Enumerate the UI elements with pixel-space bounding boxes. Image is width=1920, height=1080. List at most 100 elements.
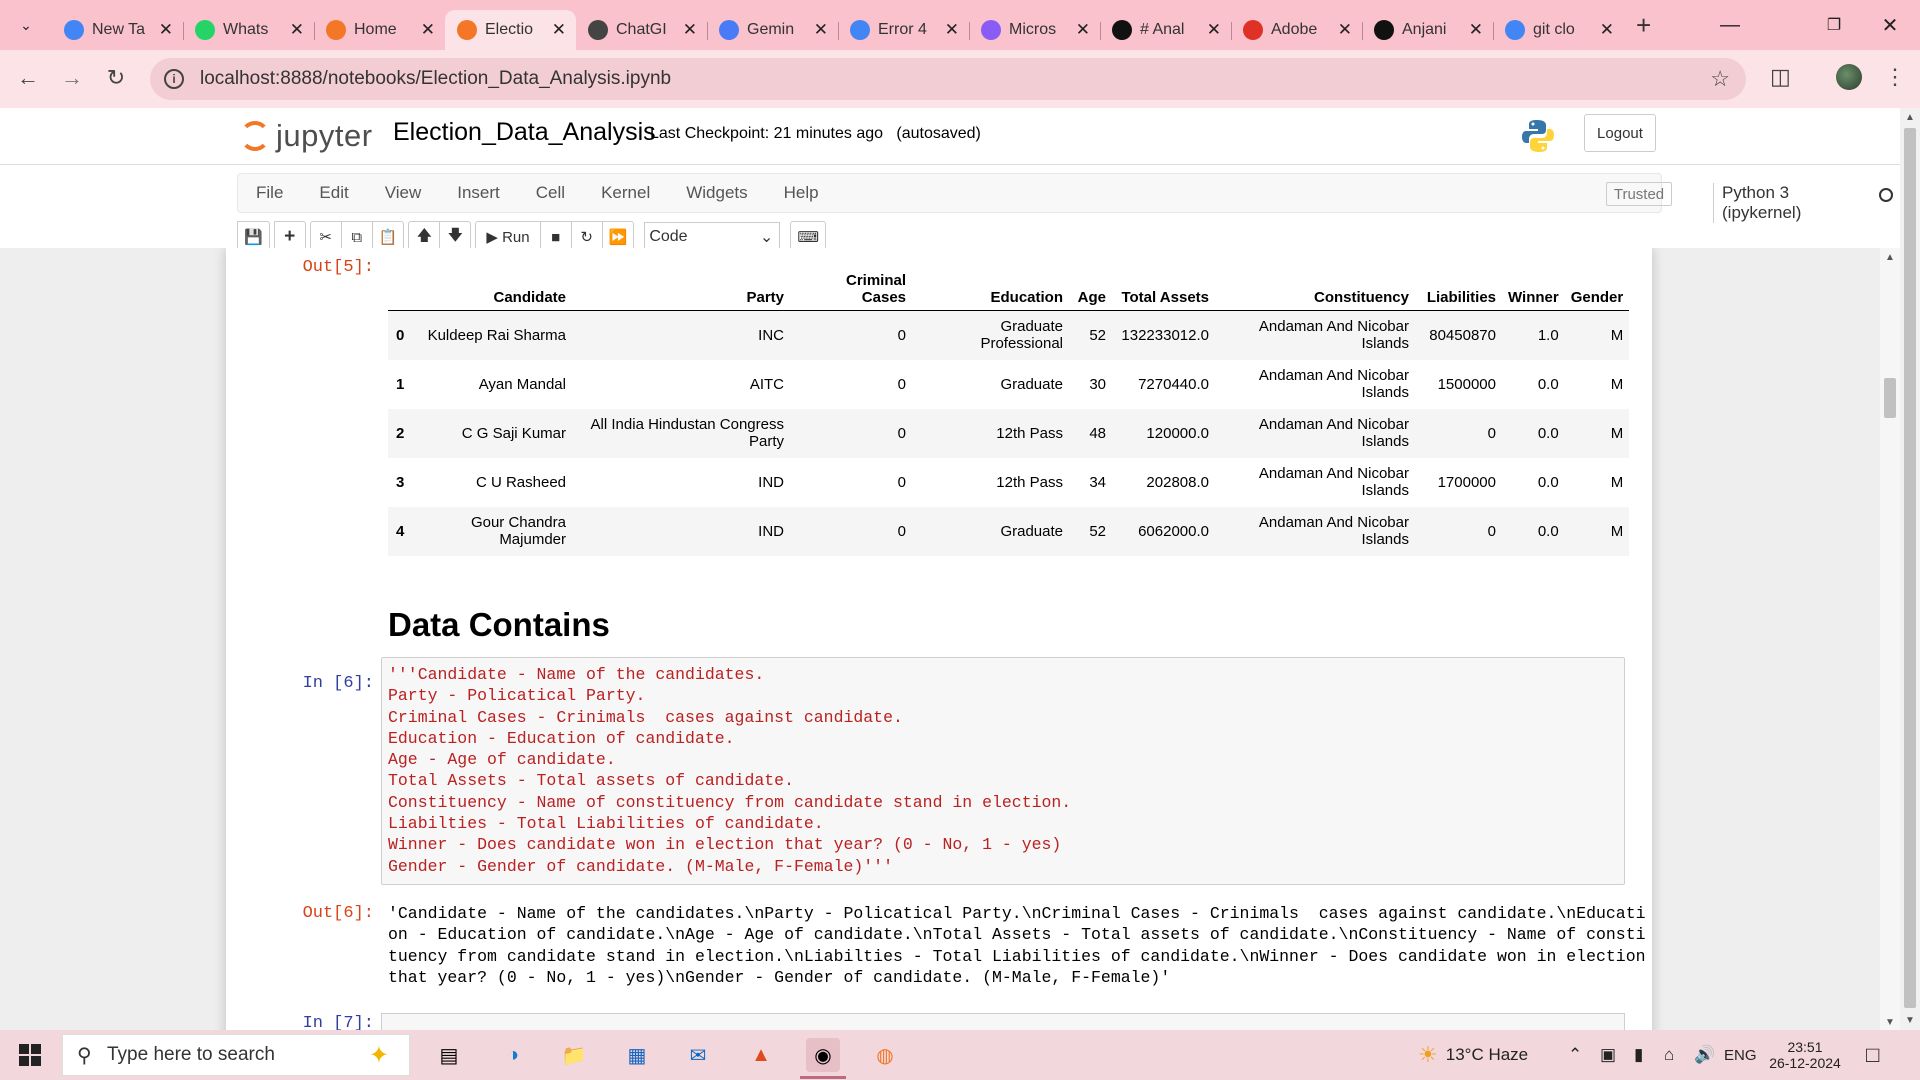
extensions-icon[interactable]: ◫	[1770, 64, 1791, 90]
browser-tab[interactable]: ChatGI ✕	[576, 10, 707, 50]
table-cell: 1.0	[1537, 326, 1559, 344]
tab-search-button[interactable]: ⌄	[8, 7, 44, 43]
language-indicator[interactable]: ENG	[1724, 1030, 1757, 1080]
site-info-icon[interactable]: i	[164, 69, 184, 89]
taskbar-search[interactable]: ⚲ Type here to search ✦	[62, 1034, 410, 1076]
table-cell: 0.0	[1537, 522, 1559, 540]
wifi-icon[interactable]: ⌂	[1664, 1030, 1674, 1080]
browser-menu-icon[interactable]: ⋮	[1884, 64, 1906, 90]
back-button[interactable]: ←	[10, 60, 46, 96]
scroll-up-arrow-icon[interactable]: ▲	[1900, 112, 1920, 123]
page-scrollbar[interactable]: ▲ ▼	[1900, 108, 1920, 1030]
edge-icon[interactable]: ◑	[496, 1038, 530, 1072]
reload-button[interactable]: ↻	[98, 60, 134, 96]
tab-close-icon[interactable]: ✕	[552, 20, 566, 40]
tab-close-icon[interactable]: ✕	[159, 20, 173, 40]
scroll-up-arrow-icon[interactable]: ▲	[1880, 252, 1900, 263]
table-cell: 48	[1089, 424, 1106, 442]
jupyter-page: jupyter Election_Data_Analysis Last Chec…	[0, 108, 1900, 1030]
code-line: Liabilties - Total Liabilities of candid…	[388, 814, 824, 834]
clock-date: 26-12-2024	[1769, 1055, 1841, 1071]
tab-close-icon[interactable]: ✕	[421, 20, 435, 40]
volume-icon[interactable]: 🔊	[1694, 1030, 1715, 1080]
tab-close-icon[interactable]: ✕	[1338, 20, 1352, 40]
browser-tab[interactable]: Micros ✕	[969, 10, 1100, 50]
tab-close-icon[interactable]: ✕	[1600, 20, 1614, 40]
table-cell: Ayan Mandal	[478, 375, 566, 393]
outlook-icon[interactable]: ✉	[681, 1038, 715, 1072]
table-cell: 1	[396, 375, 405, 393]
jupyter-logo[interactable]: jupyter	[240, 116, 373, 156]
bookmark-star-icon[interactable]: ☆	[1710, 66, 1730, 92]
restore-button[interactable]: ❐	[1802, 0, 1866, 50]
forward-button[interactable]: →	[54, 60, 90, 96]
browser-tab[interactable]: Gemin ✕	[707, 10, 838, 50]
close-window-button[interactable]: ✕	[1860, 0, 1920, 50]
menu-help[interactable]: Help	[766, 183, 837, 203]
tab-close-icon[interactable]: ✕	[814, 20, 828, 40]
scroll-down-arrow-icon[interactable]: ▼	[1880, 1017, 1900, 1028]
tab-label: Home	[354, 21, 397, 38]
table-cell: 52	[1089, 326, 1106, 344]
menu-edit[interactable]: Edit	[301, 183, 366, 203]
scrollbar-thumb[interactable]	[1884, 378, 1896, 418]
menu-widgets[interactable]: Widgets	[668, 183, 765, 203]
browser-tab[interactable]: Home ✕	[314, 10, 445, 50]
tray-icon-meet[interactable]: ▣	[1600, 1030, 1616, 1080]
notebook-title[interactable]: Election_Data_Analysis	[393, 118, 656, 147]
browser-tab[interactable]: Error 4 ✕	[838, 10, 969, 50]
code-line: Constituency - Name of constituency from…	[388, 792, 1072, 812]
browser-tab[interactable]: Adobe ✕	[1231, 10, 1362, 50]
windows-logo-icon	[19, 1044, 41, 1066]
menu-insert[interactable]: Insert	[439, 183, 518, 203]
store-icon[interactable]: ▦	[620, 1038, 654, 1072]
notifications-icon[interactable]: □	[1866, 1030, 1879, 1080]
python-logo-icon	[1522, 120, 1554, 152]
browser-tab[interactable]: # Anal ✕	[1100, 10, 1231, 50]
kernel-name[interactable]: Python 3 (ipykernel)	[1713, 183, 1801, 223]
profile-avatar[interactable]	[1836, 64, 1862, 90]
tab-close-icon[interactable]: ✕	[1207, 20, 1221, 40]
clock[interactable]: 23:51 26-12-2024	[1768, 1030, 1842, 1080]
jupyter-taskbar-icon[interactable]: ◍	[868, 1038, 902, 1072]
weather-widget[interactable]: ☀ 13°C Haze	[1418, 1030, 1528, 1080]
table-cell: IND	[758, 522, 784, 540]
battery-icon[interactable]: ▮	[1634, 1030, 1643, 1080]
browser-tab[interactable]: git clo ✕	[1493, 10, 1624, 50]
next-code-cell[interactable]	[381, 1013, 1625, 1030]
scrollbar-thumb[interactable]	[1904, 128, 1916, 1008]
show-hidden-icons[interactable]: ⌃	[1568, 1030, 1582, 1080]
table-cell: M	[1610, 473, 1624, 491]
url-text: localhost:8888/notebooks/Election_Data_A…	[200, 68, 672, 89]
brave-icon[interactable]: ▲	[744, 1038, 778, 1072]
tab-label: Whats	[223, 21, 269, 38]
menu-view[interactable]: View	[367, 183, 440, 203]
notebook-scrollbar[interactable]: ▲ ▼	[1880, 248, 1900, 1030]
browser-tab[interactable]: New Ta ✕	[52, 10, 183, 50]
menu-kernel[interactable]: Kernel	[583, 183, 668, 203]
address-bar[interactable]: i localhost:8888/notebooks/Election_Data…	[150, 58, 1746, 100]
tab-close-icon[interactable]: ✕	[1076, 20, 1090, 40]
new-tab-button[interactable]: +	[1636, 10, 1651, 41]
menu-file[interactable]: File	[238, 183, 301, 203]
tab-close-icon[interactable]: ✕	[1469, 20, 1483, 40]
table-cell: IND	[758, 473, 784, 491]
logout-button[interactable]: Logout	[1584, 114, 1656, 152]
scroll-down-arrow-icon[interactable]: ▼	[1900, 1015, 1920, 1026]
menu-cell[interactable]: Cell	[518, 183, 583, 203]
browser-tab[interactable]: Whats ✕	[183, 10, 314, 50]
code-cell-editor[interactable]: '''Candidate - Name of the candidates. Pa…	[381, 657, 1625, 885]
start-button[interactable]	[0, 1030, 60, 1080]
browser-tab[interactable]: Electio ✕	[445, 10, 576, 50]
out6-text: 'Candidate - Name of the candidates.\nPa…	[388, 903, 1646, 988]
task-view-icon[interactable]: ▤	[432, 1038, 466, 1072]
tab-close-icon[interactable]: ✕	[945, 20, 959, 40]
browser-tab[interactable]: Anjani ✕	[1362, 10, 1493, 50]
tab-close-icon[interactable]: ✕	[683, 20, 697, 40]
minimize-button[interactable]: —	[1698, 0, 1762, 50]
tab-close-icon[interactable]: ✕	[290, 20, 304, 40]
trusted-indicator[interactable]: Trusted	[1606, 182, 1672, 206]
chrome-icon[interactable]: ◉	[806, 1038, 840, 1072]
table-cell: 0.0	[1537, 375, 1559, 393]
file-explorer-icon[interactable]: 📁	[557, 1038, 591, 1072]
